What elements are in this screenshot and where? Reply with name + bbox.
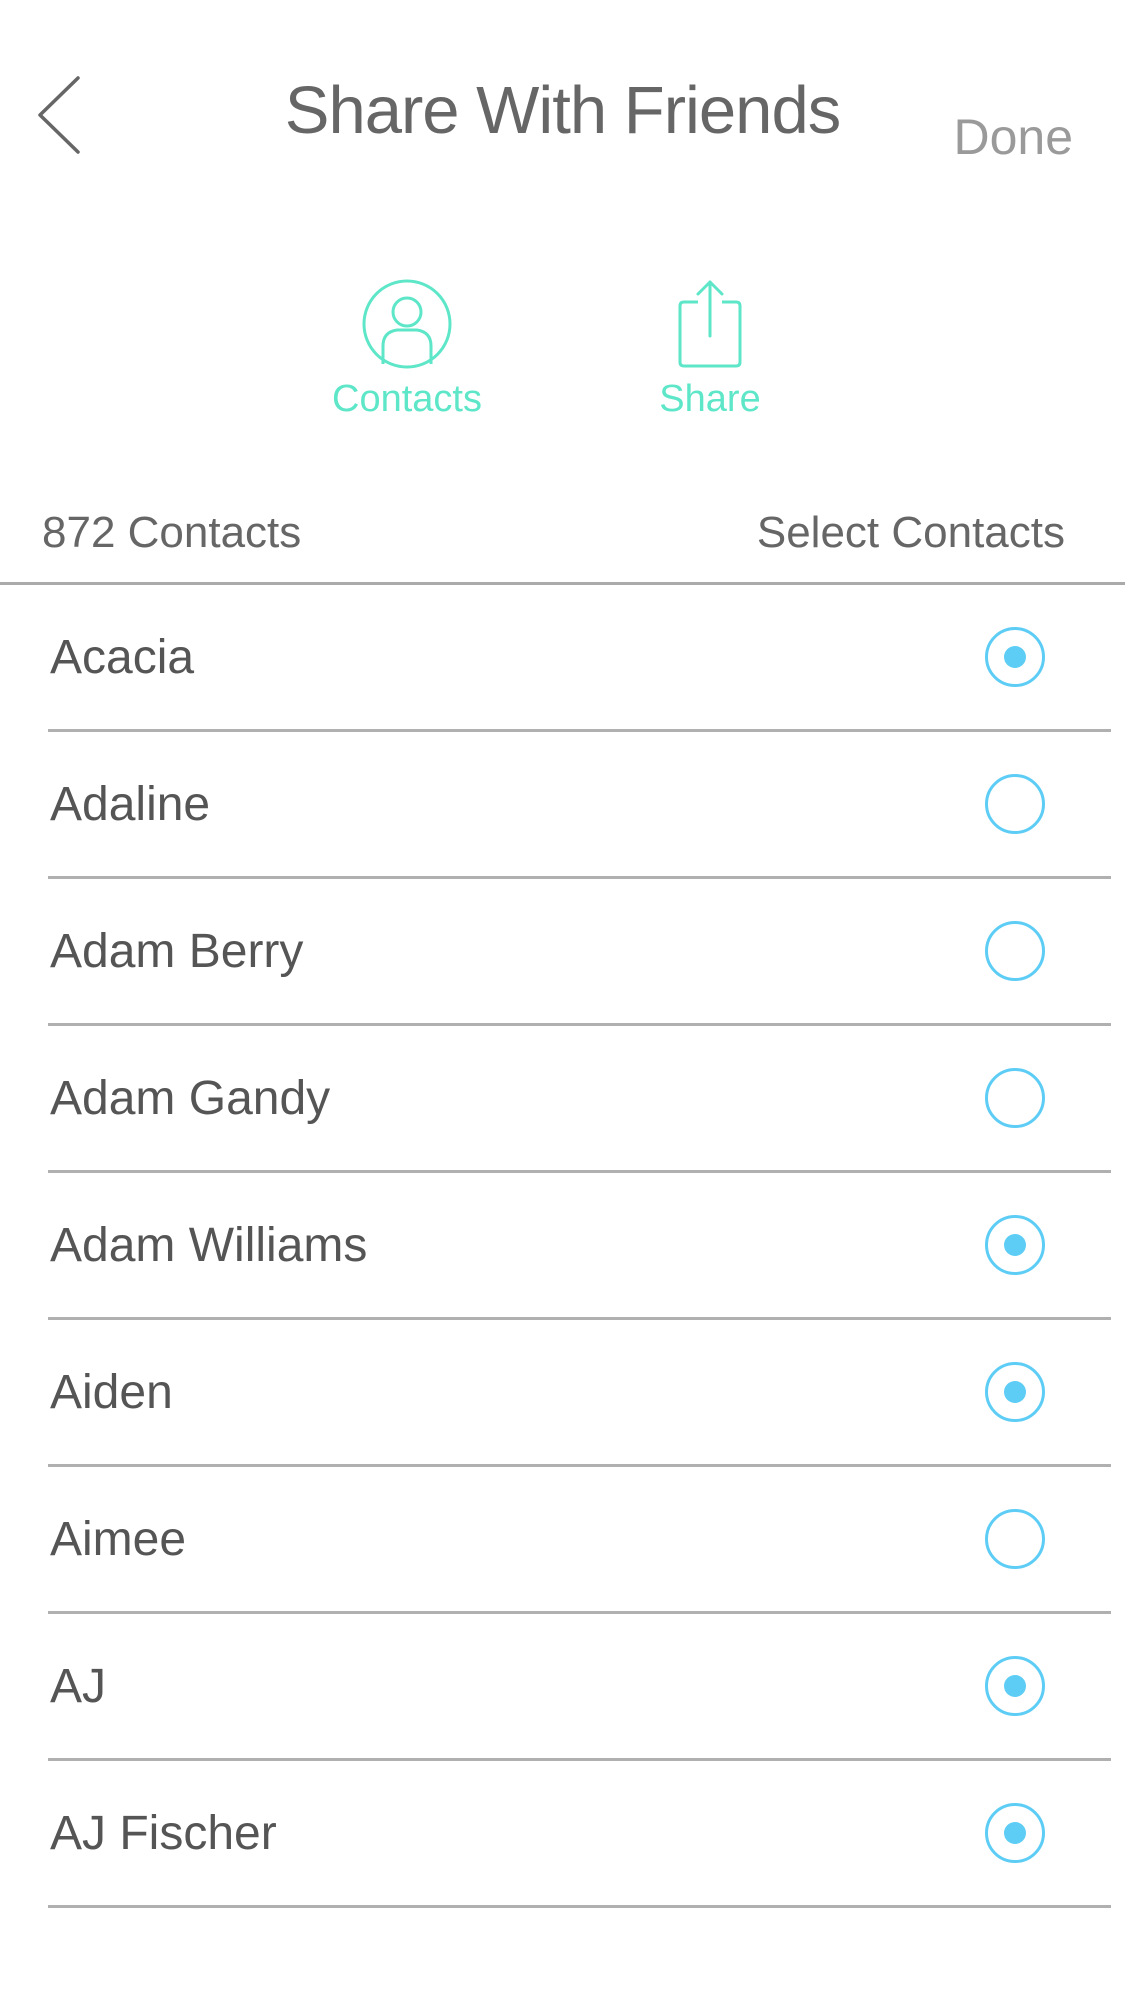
contact-row[interactable]: Aimee — [0, 1467, 1125, 1614]
radio-button-icon[interactable] — [985, 1656, 1045, 1716]
radio-button-icon[interactable] — [985, 921, 1045, 981]
contact-row[interactable]: AJ Fischer — [0, 1761, 1125, 1908]
contacts-action-label: Contacts — [332, 378, 482, 420]
radio-button-icon[interactable] — [985, 1215, 1045, 1275]
contact-row[interactable]: Aiden — [0, 1320, 1125, 1467]
share-with-friends-screen: Share With Friends Done Contacts Share 8… — [0, 0, 1125, 2001]
contact-name: Adam Berry — [50, 925, 304, 978]
contact-name: AJ Fischer — [50, 1807, 277, 1860]
contact-name: Acacia — [50, 631, 195, 684]
contact-name: AJ — [50, 1660, 107, 1713]
contact-row[interactable]: Acacia — [0, 585, 1125, 732]
radio-button-icon[interactable] — [985, 774, 1045, 834]
contact-row[interactable]: Adam Gandy — [0, 1026, 1125, 1173]
contact-list: Acacia Adaline Adam Berry Adam Gandy Ada… — [0, 585, 1125, 1908]
contact-count: 872 Contacts — [42, 508, 302, 557]
done-button[interactable]: Done — [953, 108, 1073, 166]
contact-name: Adaline — [50, 778, 211, 831]
radio-button-icon[interactable] — [985, 627, 1045, 687]
radio-button-icon[interactable] — [985, 1803, 1045, 1863]
radio-selected-dot — [1004, 646, 1026, 668]
radio-selected-dot — [1004, 1822, 1026, 1844]
chevron-left-icon — [30, 76, 90, 164]
radio-selected-dot — [1004, 1234, 1026, 1256]
contact-name: Aiden — [50, 1366, 173, 1419]
contact-row[interactable]: Adam Williams — [0, 1173, 1125, 1320]
contact-name: Adam Gandy — [50, 1072, 331, 1125]
contact-name: Aimee — [50, 1513, 187, 1566]
share-action-button[interactable]: Share — [600, 278, 820, 421]
contact-row[interactable]: AJ — [0, 1614, 1125, 1761]
select-contacts-button[interactable]: Select Contacts — [757, 508, 1065, 558]
radio-button-icon[interactable] — [985, 1068, 1045, 1128]
radio-selected-dot — [1004, 1381, 1026, 1403]
contacts-action-button[interactable]: Contacts — [297, 278, 517, 421]
radio-button-icon[interactable] — [985, 1509, 1045, 1569]
contact-name: Adam Williams — [50, 1219, 368, 1272]
contact-row[interactable]: Adam Berry — [0, 879, 1125, 1026]
radio-button-icon[interactable] — [985, 1362, 1045, 1422]
share-action-label: Share — [659, 378, 761, 420]
contact-row[interactable]: Adaline — [0, 732, 1125, 879]
share-upload-icon — [600, 278, 820, 370]
person-circle-icon — [297, 278, 517, 370]
radio-selected-dot — [1004, 1675, 1026, 1697]
